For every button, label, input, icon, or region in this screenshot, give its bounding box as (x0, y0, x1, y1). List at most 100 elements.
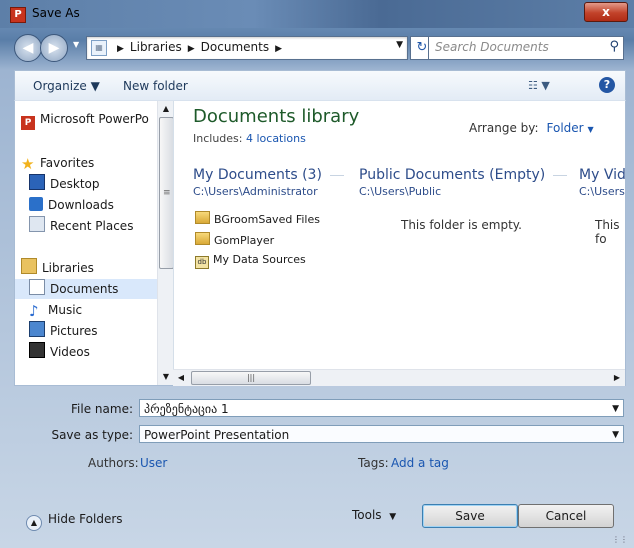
nav-item-libraries[interactable]: Libraries (15, 258, 163, 278)
save-as-type-select[interactable]: PowerPoint Presentation ▼ (139, 425, 624, 443)
location-column[interactable]: My Vide C:\Users\ (579, 167, 625, 198)
close-button[interactable]: x (584, 2, 628, 22)
nav-vertical-scrollbar[interactable]: ▲ ≡ ▼ (157, 101, 173, 385)
chevron-up-icon: ▲ (26, 515, 42, 531)
nav-item-label: Videos (50, 345, 90, 359)
title-bar[interactable]: P Save As x (0, 0, 634, 28)
list-item[interactable]: GomPlayer (195, 232, 274, 247)
chevron-down-icon[interactable]: ▼ (612, 426, 619, 444)
column-path: C:\Users\ (579, 185, 625, 198)
scroll-left-icon[interactable]: ◀ (173, 370, 189, 386)
recent-pages-dropdown-icon[interactable]: ▼ (73, 40, 83, 50)
chevron-down-icon: ▼ (90, 79, 100, 93)
tools-button[interactable]: Tools ▼ (352, 508, 396, 522)
back-button[interactable]: ◀ (14, 34, 42, 62)
arrange-by-label: Arrange by: (469, 121, 539, 135)
downloads-icon (29, 197, 43, 211)
file-name: BGroomSaved Files (214, 213, 320, 226)
library-content: Documents library Includes: 4 locations … (173, 101, 625, 385)
change-view-button[interactable]: ☷ ▼ (528, 79, 550, 92)
cancel-button[interactable]: Cancel (518, 504, 614, 528)
list-item[interactable]: db My Data Sources (195, 253, 306, 269)
empty-folder-message-partial: This fo (595, 218, 620, 246)
location-column[interactable]: My Documents (3) C:\Users\Administrator (193, 167, 344, 198)
save-as-type-value: PowerPoint Presentation (144, 428, 290, 442)
chevron-down-icon[interactable]: ▼ (612, 400, 619, 418)
nav-item-favorites[interactable]: ★ Favorites (15, 153, 163, 173)
includes-label: Includes: (193, 132, 243, 145)
dialog-footer: ▲ Hide Folders Tools ▼ Save Cancel ⋮⋮ (0, 492, 634, 548)
nav-item-downloads[interactable]: Downloads (15, 195, 171, 215)
powerpoint-icon: P (21, 116, 35, 130)
library-title: Documents library (193, 106, 360, 127)
library-includes: Includes: 4 locations (193, 132, 306, 145)
navigation-pane: P Microsoft PowerPo ★ Favorites Desktop Do… (15, 101, 174, 385)
save-button[interactable]: Save (422, 504, 518, 528)
location-column[interactable]: Public Documents (Empty) C:\Users\Public (359, 167, 568, 198)
nav-item-pictures[interactable]: Pictures (15, 321, 171, 341)
recent-places-icon (29, 216, 45, 232)
breadcrumb-separator-icon[interactable]: ▶ (117, 44, 124, 54)
search-placeholder: Search Documents (435, 40, 549, 54)
column-title: My Vide (579, 167, 625, 183)
file-name: GomPlayer (214, 234, 275, 247)
grip-icon: ≡ (163, 188, 171, 198)
documents-icon (29, 279, 45, 295)
file-name-value: პრეზენტაცია 1 (144, 402, 229, 416)
scroll-thumb[interactable]: ||| (191, 371, 311, 385)
authors-value[interactable]: User (140, 456, 167, 470)
forward-button[interactable]: ▶ (40, 34, 68, 62)
resize-grip-icon[interactable]: ⋮⋮ (612, 535, 628, 544)
scroll-up-icon[interactable]: ▲ (158, 101, 173, 117)
search-icon[interactable]: ⚲ (609, 39, 619, 54)
tags-value[interactable]: Add a tag (391, 456, 449, 470)
nav-item-music[interactable]: ♪ Music (15, 300, 171, 320)
help-icon[interactable]: ? (599, 77, 615, 93)
organize-button[interactable]: Organize ▼ (33, 79, 100, 93)
data-source-icon: db (195, 256, 209, 269)
arrange-by-value: Folder (546, 121, 584, 135)
folder-icon (195, 211, 210, 224)
hide-folders-button[interactable]: ▲ Hide Folders (26, 512, 123, 531)
list-item[interactable]: BGroomSaved Files (195, 211, 320, 226)
new-folder-button[interactable]: New folder (123, 79, 188, 93)
nav-item-videos[interactable]: Videos (15, 342, 171, 362)
scroll-thumb[interactable]: ≡ (159, 117, 173, 269)
tools-label: Tools (352, 508, 382, 522)
chevron-down-icon: ▼ (389, 512, 397, 522)
column-path: C:\Users\Administrator (193, 185, 318, 198)
column-path: C:\Users\Public (359, 185, 442, 198)
folder-icon (195, 232, 210, 245)
nav-item-documents[interactable]: Documents (15, 279, 171, 299)
nav-item-label: Libraries (42, 261, 94, 275)
star-icon: ★ (21, 155, 35, 173)
scroll-right-icon[interactable]: ▶ (609, 370, 625, 386)
chevron-down-icon: ▼ (541, 79, 550, 92)
breadcrumb-separator-icon[interactable]: ▶ (188, 44, 195, 54)
arrange-by-dropdown[interactable]: Folder ▼ (547, 121, 594, 135)
pictures-icon (29, 321, 45, 337)
scroll-down-icon[interactable]: ▼ (158, 369, 173, 385)
desktop-icon (29, 174, 45, 190)
file-name-field[interactable]: პრეზენტაცია 1 ▼ (139, 399, 624, 417)
command-toolbar: Organize ▼ New folder ☷ ▼ ? (14, 70, 626, 101)
address-bar[interactable]: ▦ ▶ Libraries ▶ Documents ▶ ▼ (86, 36, 408, 60)
locations-link[interactable]: 4 locations (246, 132, 306, 145)
navigation-bar: ◀ ▶ ▼ ▦ ▶ Libraries ▶ Documents ▶ ▼ ↻ Search… (0, 30, 634, 64)
breadcrumb: ▶ Libraries ▶ Documents ▶ (111, 40, 288, 54)
save-as-dialog: P Save As x ◀ ▶ ▼ ▦ ▶ Libraries ▶ Documents… (0, 0, 634, 548)
search-input[interactable]: Search Documents ⚲ (428, 36, 624, 60)
address-dropdown-icon[interactable]: ▼ (396, 40, 403, 50)
empty-folder-message: This folder is empty. (401, 218, 522, 232)
content-horizontal-scrollbar[interactable]: ◀ ||| ▶ (173, 369, 625, 386)
nav-item-microsoft-powerpoint[interactable]: P Microsoft PowerPo (15, 109, 163, 130)
breadcrumb-libraries[interactable]: Libraries (130, 40, 182, 54)
organize-label: Organize (33, 79, 87, 93)
nav-item-recent-places[interactable]: Recent Places (15, 216, 171, 236)
grip-icon: ||| (246, 373, 256, 382)
arrange-by: Arrange by: Folder ▼ (469, 121, 594, 135)
breadcrumb-separator-icon[interactable]: ▶ (275, 44, 282, 54)
breadcrumb-documents[interactable]: Documents (201, 40, 269, 54)
browser-panes: P Microsoft PowerPo ★ Favorites Desktop Do… (14, 100, 626, 386)
nav-item-desktop[interactable]: Desktop (15, 174, 171, 194)
